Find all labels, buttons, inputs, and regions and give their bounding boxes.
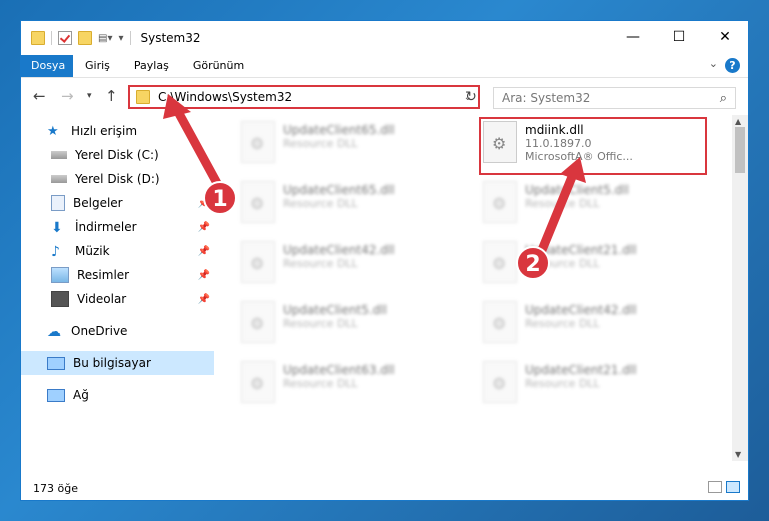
step-badge-1: 1 (203, 181, 237, 215)
arrow-1-shaft (171, 103, 223, 190)
arrow-2-shaft (537, 167, 579, 255)
arrow-1-head (163, 94, 191, 119)
annotation-arrows (163, 94, 586, 255)
step-badge-2: 2 (516, 246, 550, 280)
